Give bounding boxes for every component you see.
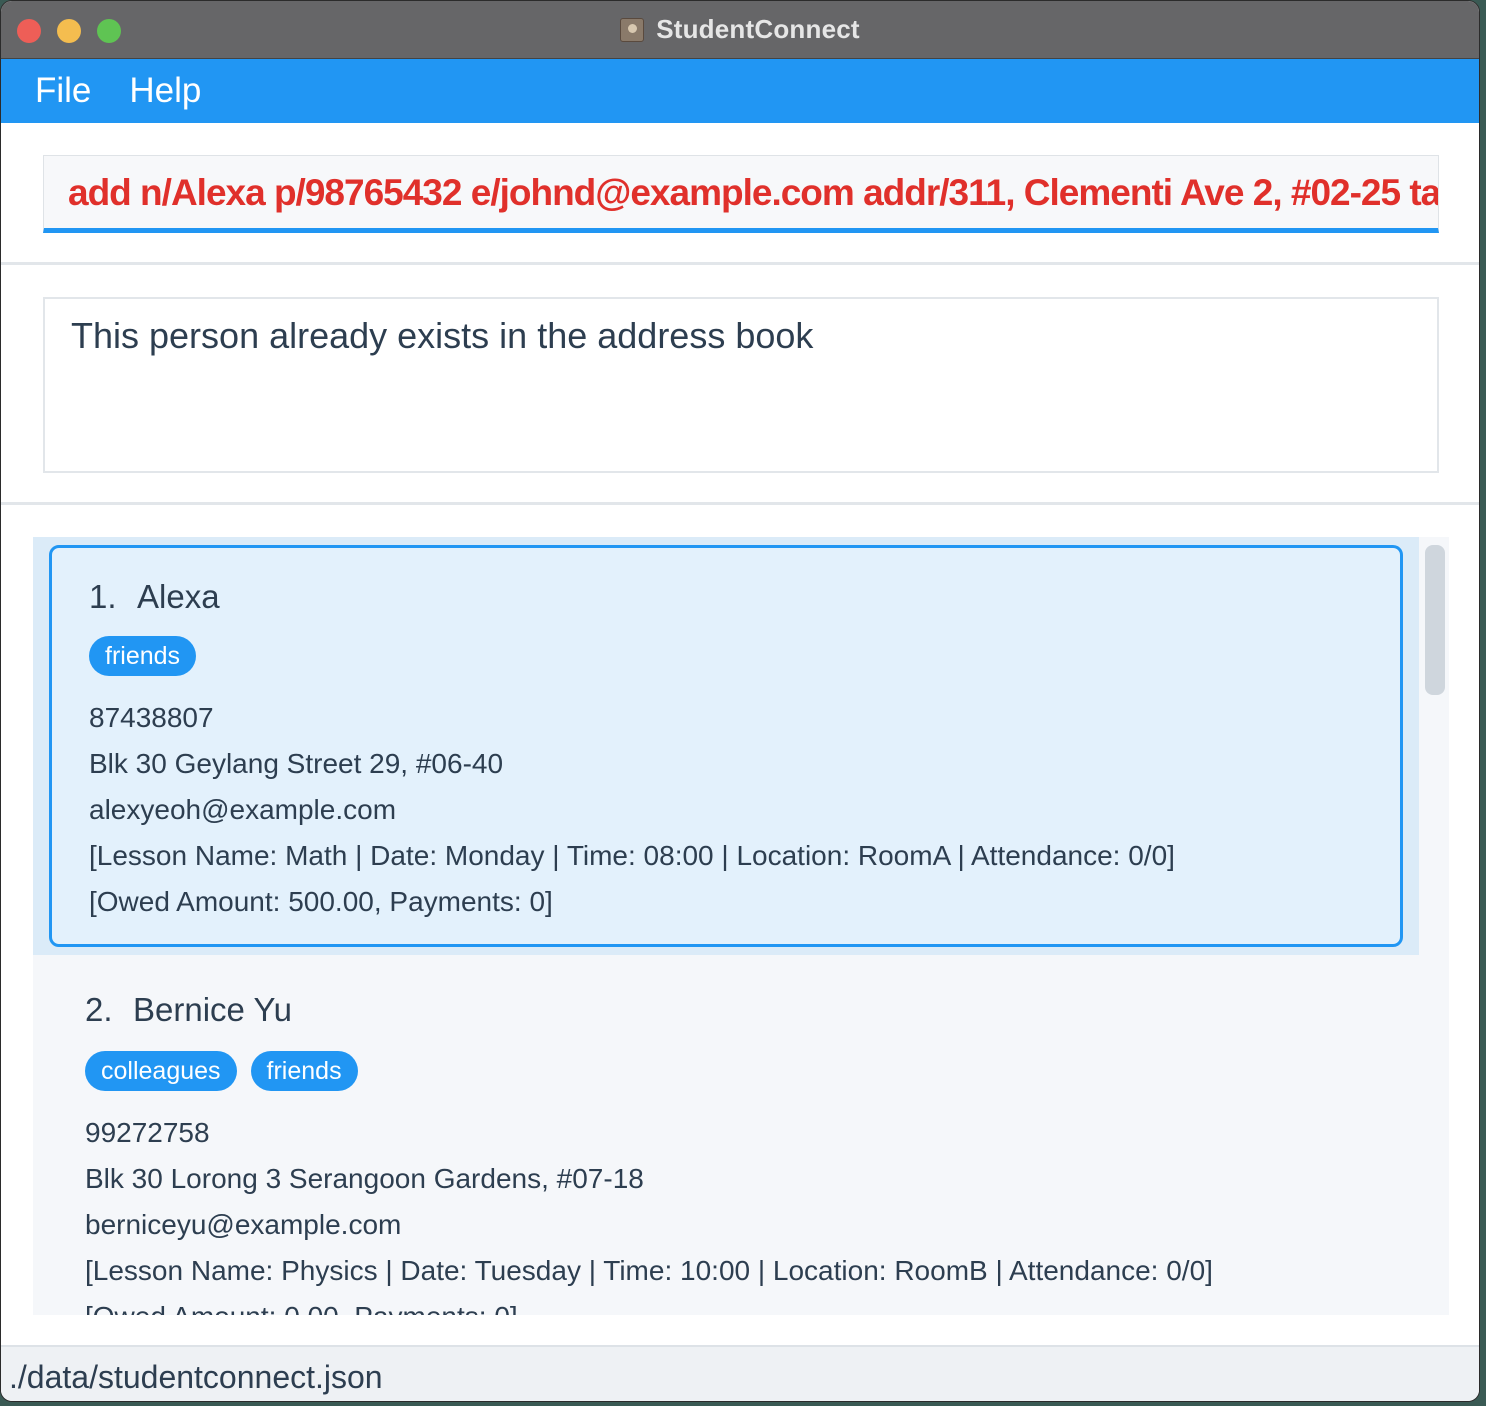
person-lesson: [Lesson Name: Physics | Date: Tuesday | … <box>85 1255 1213 1286</box>
person-address: Blk 30 Lorong 3 Serangoon Gardens, #07-1… <box>85 1163 644 1194</box>
person-list[interactable]: 1. Alexa friends 87438807 Blk 30 Geylang … <box>33 537 1449 1315</box>
person-tags: colleagues friends <box>85 1051 358 1091</box>
menu-bar: File Help <box>1 59 1479 123</box>
command-input-text: add n/Alexa p/98765432 e/johnd@example.c… <box>68 172 1439 213</box>
result-section: This person already exists in the addres… <box>1 265 1479 505</box>
person-email: berniceyu@example.com <box>85 1209 402 1240</box>
person-payment: [Owed Amount: 0.00, Payments: 0] <box>85 1301 518 1315</box>
person-lesson: [Lesson Name: Math | Date: Monday | Time… <box>89 840 1175 871</box>
person-name: 2. Bernice Yu <box>85 991 292 1029</box>
person-index: 1. <box>89 578 117 615</box>
list-item[interactable]: 2. Bernice Yu colleagues friends 99272758… <box>33 955 1419 1315</box>
zoom-window-button[interactable] <box>97 19 121 43</box>
person-phone: 99272758 <box>85 1117 210 1148</box>
menu-help[interactable]: Help <box>129 71 201 111</box>
title-bar: StudentConnect <box>1 1 1479 59</box>
command-input[interactable]: add n/Alexa p/98765432 e/johnd@example.c… <box>43 155 1439 233</box>
status-bar: ./data/studentconnect.json <box>1 1345 1479 1401</box>
person-index: 2. <box>85 991 113 1028</box>
person-name-text: Alexa <box>137 578 220 615</box>
menu-file[interactable]: File <box>35 71 91 111</box>
person-card[interactable]: 2. Bernice Yu colleagues friends 99272758… <box>33 955 1419 1315</box>
person-name: 1. Alexa <box>89 578 220 616</box>
list-scrollbar[interactable] <box>1425 545 1445 695</box>
app-window: StudentConnect File Help add n/Alexa p/9… <box>0 0 1480 1402</box>
window-controls <box>17 19 121 43</box>
person-name-text: Bernice Yu <box>133 991 293 1028</box>
result-display: This person already exists in the addres… <box>43 297 1439 473</box>
minimize-window-button[interactable] <box>57 19 81 43</box>
person-payment: [Owed Amount: 500.00, Payments: 0] <box>89 886 553 917</box>
person-address: Blk 30 Geylang Street 29, #06-40 <box>89 748 504 779</box>
window-title: StudentConnect <box>656 14 860 44</box>
save-file-path: ./data/studentconnect.json <box>9 1359 383 1395</box>
person-tags: friends <box>89 636 197 676</box>
command-section: add n/Alexa p/98765432 e/johnd@example.c… <box>1 123 1479 265</box>
tag-badge: friends <box>250 1051 358 1091</box>
person-email: alexyeoh@example.com <box>89 794 397 825</box>
list-item[interactable]: 1. Alexa friends 87438807 Blk 30 Geylang … <box>33 537 1419 955</box>
close-window-button[interactable] <box>17 19 41 43</box>
person-card-selected[interactable]: 1. Alexa friends 87438807 Blk 30 Geylang … <box>49 545 1403 947</box>
tag-badge: colleagues <box>85 1051 237 1091</box>
person-phone: 87438807 <box>89 702 214 733</box>
app-contact-icon <box>620 17 645 42</box>
result-message: This person already exists in the addres… <box>71 315 814 356</box>
tag-badge: friends <box>89 636 197 676</box>
